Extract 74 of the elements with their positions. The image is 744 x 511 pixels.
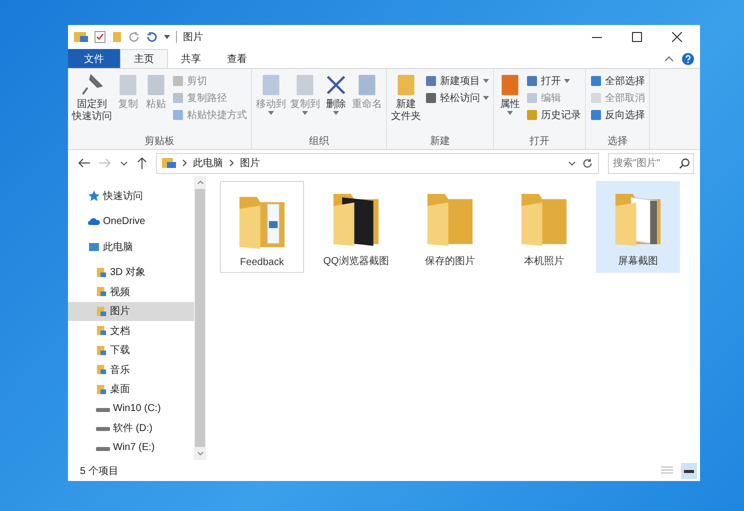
large-icons-view-icon[interactable] [681, 462, 697, 478]
ribbon-tab[interactable]: 主页 [120, 49, 168, 68]
ribbon-button[interactable]: 反向选择 [588, 107, 647, 123]
undo-icon[interactable] [146, 31, 158, 43]
nav-item[interactable]: 音乐 [68, 360, 194, 380]
folder-item[interactable]: QQ浏览器截图 [314, 181, 398, 273]
nav-item[interactable]: 视频 [68, 282, 194, 302]
chevron-up-icon[interactable] [196, 180, 204, 185]
drive-icon [96, 424, 110, 432]
cloud-icon [88, 215, 100, 228]
ribbon-button[interactable]: 全部选择 [588, 73, 647, 89]
folder-item[interactable]: 屏幕截图 [596, 181, 680, 273]
refresh-icon[interactable] [582, 158, 593, 168]
nav-item[interactable]: 桌面 [68, 380, 194, 399]
pin-icon [80, 73, 104, 97]
ribbon-button[interactable]: 打开 [524, 73, 583, 89]
caret-icon[interactable] [164, 35, 170, 39]
address-bar[interactable]: 此电脑 图片 [156, 152, 599, 174]
caret-icon [333, 111, 339, 115]
nav-item[interactable]: Win10 (C:) [68, 399, 194, 418]
ribbon-tab[interactable]: 共享 [168, 49, 214, 68]
back-arrow-icon[interactable] [78, 158, 90, 168]
window-title: 图片 [183, 30, 203, 44]
ribbon-button[interactable]: 删除 [322, 71, 350, 134]
star-icon [88, 190, 100, 202]
scrollbar[interactable] [194, 176, 206, 460]
chevron-down-icon[interactable] [120, 160, 128, 166]
caret-icon [302, 111, 308, 115]
caret-icon [268, 111, 274, 115]
ribbon-tab[interactable]: 查看 [214, 49, 260, 68]
ribbon-group-label: 组织 [308, 135, 330, 149]
close-icon[interactable] [672, 32, 682, 42]
chevron-down-icon[interactable] [196, 451, 204, 456]
nav-item[interactable]: 快速访问 [68, 186, 194, 206]
nav-item[interactable]: Win7 (E:) [68, 438, 194, 458]
nav-item[interactable]: OneDrive [68, 212, 194, 231]
delete-icon [324, 73, 348, 97]
ribbon-group-label: 选择 [606, 134, 628, 149]
ribbon-button[interactable]: 固定到 快速访问 [70, 71, 114, 134]
caret-icon [564, 79, 570, 83]
breadcrumb[interactable]: 此电脑 [193, 156, 223, 170]
chevron-right-icon[interactable] [229, 159, 234, 167]
ribbon-button[interactable]: 轻松访问 [423, 90, 491, 106]
folder-item[interactable]: Feedback [220, 181, 304, 273]
ribbon-group-label: 打开 [528, 134, 550, 149]
ribbon-button[interactable]: 属性 [496, 71, 524, 134]
ribbon-button[interactable]: 历史记录 [524, 107, 583, 123]
nav-item[interactable]: 下载 [68, 340, 194, 360]
chevron-down-icon[interactable] [568, 160, 576, 166]
breadcrumb[interactable]: 图片 [240, 156, 260, 170]
nav-item[interactable]: 此电脑 [68, 237, 194, 256]
help-icon[interactable] [682, 52, 694, 64]
nav-item[interactable]: 文档 [68, 321, 194, 340]
caret-icon [507, 111, 513, 115]
maximize-icon[interactable] [632, 32, 642, 42]
search-icon[interactable] [679, 158, 690, 168]
caret-icon [483, 96, 489, 100]
item-count: 5 个项目 [80, 464, 118, 478]
nav-item[interactable]: 图片 [68, 302, 194, 321]
caret-icon [483, 79, 489, 83]
chevron-right-icon[interactable] [182, 159, 187, 167]
ribbon-group-label: 剪贴板 [144, 134, 176, 149]
ribbon-tab[interactable]: 文件 [68, 49, 120, 68]
folder-item[interactable]: 本机照片 [502, 181, 586, 273]
ribbon-button[interactable]: 新建项目 [423, 73, 491, 89]
chevron-up-icon[interactable] [664, 56, 674, 62]
nav-item[interactable]: 3D 对象 [68, 262, 194, 282]
ribbon-group-label: 新建 [429, 134, 451, 149]
up-arrow-icon[interactable] [137, 157, 147, 169]
ribbon-button[interactable]: 新建 文件夹 [389, 71, 423, 134]
nav-item[interactable]: 软件 (D:) [68, 418, 194, 438]
search-field[interactable]: 搜索"图片" [608, 152, 694, 174]
redo-icon[interactable] [128, 31, 140, 43]
folder-item[interactable]: 保存的图片 [408, 181, 492, 273]
